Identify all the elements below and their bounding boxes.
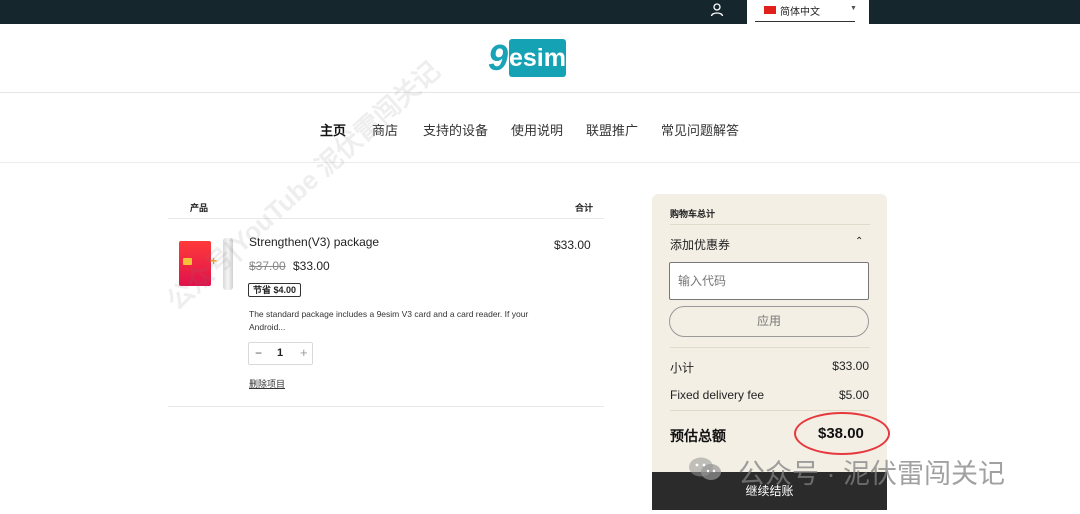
product-description: The standard package includes a 9esim V3… bbox=[249, 309, 529, 332]
panel-divider bbox=[670, 347, 870, 348]
nav-instructions[interactable]: 使用说明 bbox=[511, 120, 563, 139]
logo-nine: 9 bbox=[488, 37, 509, 78]
panel-divider bbox=[670, 410, 870, 411]
language-underline bbox=[755, 21, 855, 22]
language-selector[interactable]: 简体中文 ▼ bbox=[747, 0, 869, 24]
sale-price: $33.00 bbox=[293, 259, 330, 273]
nav-affiliate[interactable]: 联盟推广 bbox=[586, 120, 638, 139]
remove-item-link[interactable]: 删除项目 bbox=[249, 377, 285, 390]
increase-quantity-button[interactable]: + bbox=[300, 345, 308, 360]
original-price: $37.00 bbox=[249, 259, 286, 273]
top-bar: 简体中文 ▼ bbox=[0, 0, 1080, 24]
highlight-circle bbox=[794, 412, 890, 455]
delivery-fee-value: $5.00 bbox=[838, 388, 869, 402]
estimated-total-label: 预估总额 bbox=[670, 428, 726, 444]
site-header: 9 esim bbox=[0, 24, 1080, 93]
quantity-stepper: − 1 + bbox=[248, 342, 313, 365]
apply-coupon-button[interactable]: 应用 bbox=[669, 306, 869, 337]
chevron-down-icon: ▼ bbox=[850, 5, 857, 12]
line-total: $33.00 bbox=[554, 238, 591, 252]
cart-totals-title: 购物车总计 bbox=[670, 209, 716, 219]
9esim-logo[interactable]: 9 esim bbox=[488, 39, 566, 78]
panel-divider bbox=[670, 224, 870, 225]
overlay-text: 公众号 · 泥伏雷闯关记 bbox=[738, 459, 1005, 489]
savings-badge: 节省 $4.00 bbox=[248, 283, 302, 297]
table-divider bbox=[168, 218, 604, 219]
table-bottom-divider bbox=[168, 406, 604, 407]
coupon-code-input[interactable] bbox=[669, 262, 869, 300]
user-account-icon[interactable] bbox=[709, 2, 725, 18]
subtotal-value: $33.00 bbox=[832, 359, 869, 373]
chevron-up-icon[interactable]: ⌃ bbox=[855, 236, 863, 247]
decrease-quantity-button[interactable]: − bbox=[255, 346, 262, 360]
main-nav: 主页 商店 支持的设备 使用说明 联盟推广 常见问题解答 bbox=[0, 93, 1080, 163]
add-coupon-toggle[interactable]: 添加优惠券 bbox=[670, 236, 730, 253]
col-total-header: 合计 bbox=[575, 203, 594, 213]
wechat-icon bbox=[689, 457, 721, 480]
language-label: 简体中文 bbox=[780, 7, 820, 18]
nav-supported-devices[interactable]: 支持的设备 bbox=[423, 120, 488, 139]
logo-text: esim bbox=[509, 39, 566, 77]
delivery-fee-label: Fixed delivery fee bbox=[670, 388, 765, 402]
quantity-value[interactable]: 1 bbox=[277, 347, 283, 359]
china-flag-icon bbox=[764, 6, 776, 14]
subtotal-label: 小计 bbox=[670, 361, 695, 375]
nav-faq[interactable]: 常见问题解答 bbox=[661, 120, 739, 139]
col-product-header: 产品 bbox=[190, 203, 209, 213]
